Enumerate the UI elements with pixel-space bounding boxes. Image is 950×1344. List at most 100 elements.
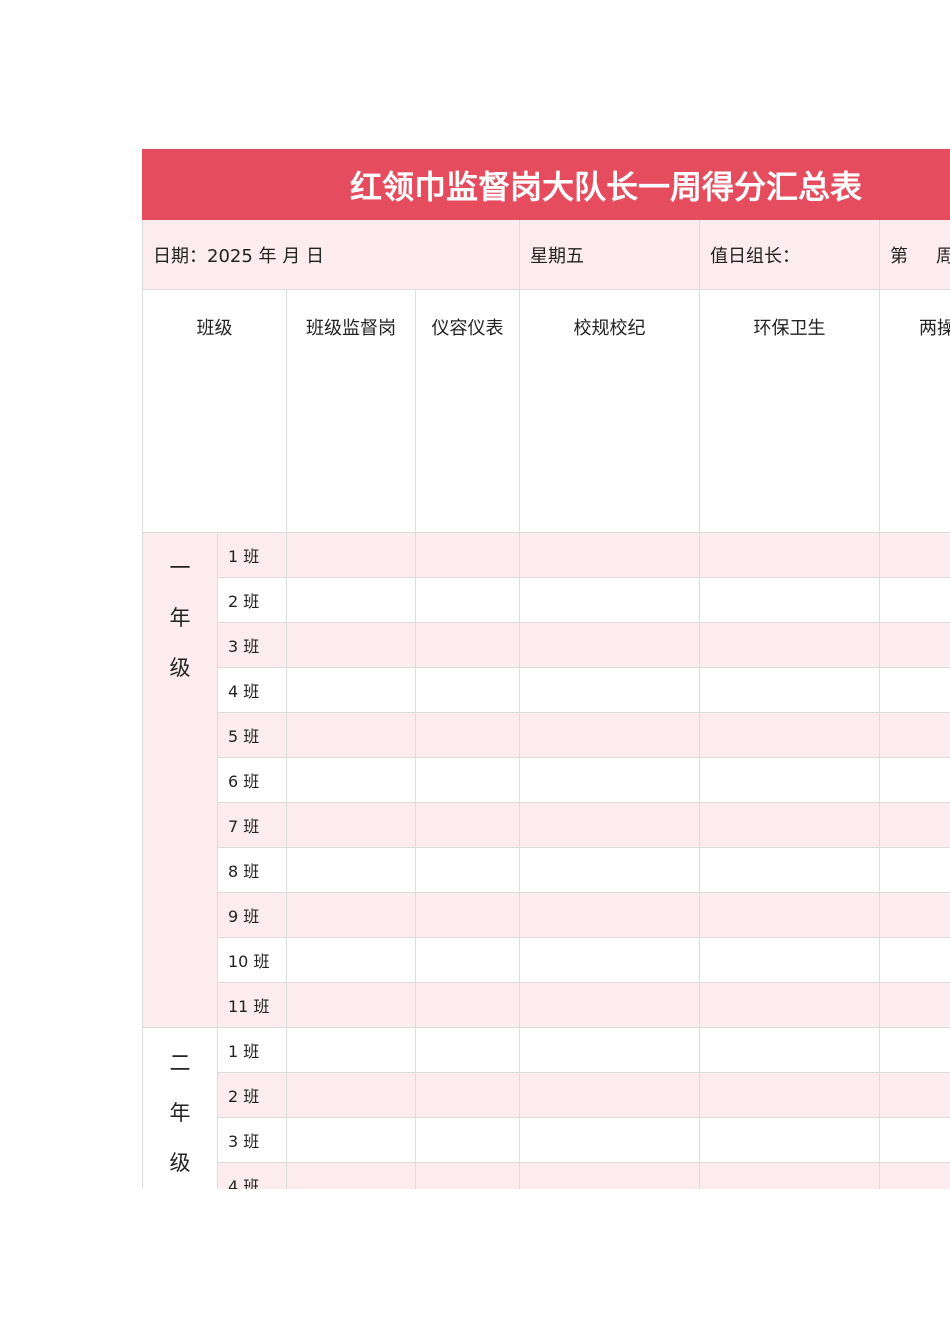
- score-cell[interactable]: [519, 1072, 700, 1118]
- score-cell[interactable]: [699, 982, 880, 1028]
- score-cell[interactable]: [286, 1072, 416, 1118]
- table-row: 3 班: [143, 622, 950, 668]
- score-cell[interactable]: [286, 577, 416, 623]
- score-cell[interactable]: [286, 802, 416, 848]
- score-cell[interactable]: [699, 757, 880, 803]
- score-cell[interactable]: [519, 1162, 700, 1189]
- table-title: 红领巾监督岗大队长一周得分汇总表: [142, 149, 950, 220]
- score-cell[interactable]: [415, 982, 520, 1028]
- score-cell[interactable]: [699, 1072, 880, 1118]
- score-cell[interactable]: [415, 577, 520, 623]
- score-cell[interactable]: [879, 802, 950, 848]
- score-cell[interactable]: [519, 532, 700, 578]
- table-row: 一年级1 班: [142, 532, 950, 1028]
- score-cell[interactable]: [415, 532, 520, 578]
- score-cell[interactable]: [699, 847, 880, 893]
- score-cell[interactable]: [699, 577, 880, 623]
- leader-cell[interactable]: 值日组长：: [699, 219, 880, 290]
- date-cell[interactable]: 日期：2025 年 月 日: [142, 219, 520, 290]
- score-cell[interactable]: [286, 892, 416, 938]
- grade-char: 二: [169, 1051, 191, 1075]
- score-cell[interactable]: [415, 1117, 520, 1163]
- class-name-cell: 1 班: [217, 1027, 287, 1073]
- weekday-cell[interactable]: 星期五: [519, 219, 700, 290]
- score-cell[interactable]: [879, 532, 950, 578]
- score-cell[interactable]: [879, 892, 950, 938]
- score-cell[interactable]: [519, 802, 700, 848]
- score-cell[interactable]: [286, 1027, 416, 1073]
- score-cell[interactable]: [286, 712, 416, 758]
- score-cell[interactable]: [699, 802, 880, 848]
- score-cell[interactable]: [286, 622, 416, 668]
- score-cell[interactable]: [415, 847, 520, 893]
- class-name-cell: 8 班: [217, 847, 287, 893]
- score-cell[interactable]: [879, 1072, 950, 1118]
- header-appearance: 仪容仪表: [415, 289, 520, 533]
- score-cell[interactable]: [415, 712, 520, 758]
- header-row: 班级 班级监督岗 仪容仪表 校规校纪 环保卫生 两操出: [142, 289, 950, 533]
- score-cell[interactable]: [286, 847, 416, 893]
- score-cell[interactable]: [879, 757, 950, 803]
- score-cell[interactable]: [879, 1162, 950, 1189]
- score-cell[interactable]: [519, 982, 700, 1028]
- grade-char: 级: [169, 656, 191, 680]
- score-cell[interactable]: [699, 667, 880, 713]
- score-cell[interactable]: [415, 1027, 520, 1073]
- score-cell[interactable]: [286, 1117, 416, 1163]
- score-cell[interactable]: [519, 757, 700, 803]
- class-name-cell: 9 班: [217, 892, 287, 938]
- score-cell[interactable]: [519, 847, 700, 893]
- score-cell[interactable]: [879, 622, 950, 668]
- score-cell[interactable]: [286, 1162, 416, 1189]
- class-name-cell: 6 班: [217, 757, 287, 803]
- score-cell[interactable]: [519, 937, 700, 983]
- score-cell[interactable]: [415, 757, 520, 803]
- score-cell[interactable]: [415, 1072, 520, 1118]
- score-cell[interactable]: [415, 892, 520, 938]
- score-cell[interactable]: [415, 802, 520, 848]
- score-cell[interactable]: [519, 622, 700, 668]
- score-cell[interactable]: [415, 622, 520, 668]
- score-cell[interactable]: [879, 982, 950, 1028]
- score-cell[interactable]: [699, 1162, 880, 1189]
- score-cell[interactable]: [519, 1027, 700, 1073]
- score-cell[interactable]: [286, 982, 416, 1028]
- score-cell[interactable]: [699, 622, 880, 668]
- score-cell[interactable]: [699, 532, 880, 578]
- score-cell[interactable]: [519, 712, 700, 758]
- score-cell[interactable]: [699, 937, 880, 983]
- score-cell[interactable]: [879, 712, 950, 758]
- score-cell[interactable]: [879, 847, 950, 893]
- score-cell[interactable]: [879, 1027, 950, 1073]
- table-row: 3 班: [143, 1117, 950, 1163]
- score-cell[interactable]: [879, 577, 950, 623]
- header-class-monitor: 班级监督岗: [286, 289, 416, 533]
- score-cell[interactable]: [699, 712, 880, 758]
- header-class: 班级: [142, 289, 287, 533]
- score-cell[interactable]: [879, 667, 950, 713]
- score-table: 红领巾监督岗大队长一周得分汇总表 日期：2025 年 月 日 星期五 值日组长：…: [142, 149, 950, 1189]
- score-cell[interactable]: [286, 667, 416, 713]
- score-cell[interactable]: [699, 1027, 880, 1073]
- score-cell[interactable]: [699, 892, 880, 938]
- score-cell[interactable]: [286, 937, 416, 983]
- score-cell[interactable]: [879, 1117, 950, 1163]
- score-cell[interactable]: [415, 1162, 520, 1189]
- table-row: 2 班: [143, 1072, 950, 1118]
- week-cell[interactable]: 第周: [879, 219, 950, 290]
- grade-label: 一年级: [142, 532, 218, 1028]
- score-cell[interactable]: [699, 1117, 880, 1163]
- score-cell[interactable]: [415, 667, 520, 713]
- score-cell[interactable]: [519, 1117, 700, 1163]
- score-cell[interactable]: [519, 892, 700, 938]
- score-cell[interactable]: [519, 667, 700, 713]
- grade-char: 级: [169, 1151, 191, 1175]
- score-cell[interactable]: [415, 937, 520, 983]
- score-cell[interactable]: [519, 577, 700, 623]
- header-hygiene: 环保卫生: [699, 289, 880, 533]
- score-cell[interactable]: [879, 937, 950, 983]
- title-row: 红领巾监督岗大队长一周得分汇总表: [142, 149, 950, 220]
- summary-sheet: 红领巾监督岗大队长一周得分汇总表 日期：2025 年 月 日 星期五 值日组长：…: [142, 149, 950, 1189]
- score-cell[interactable]: [286, 757, 416, 803]
- score-cell[interactable]: [286, 532, 416, 578]
